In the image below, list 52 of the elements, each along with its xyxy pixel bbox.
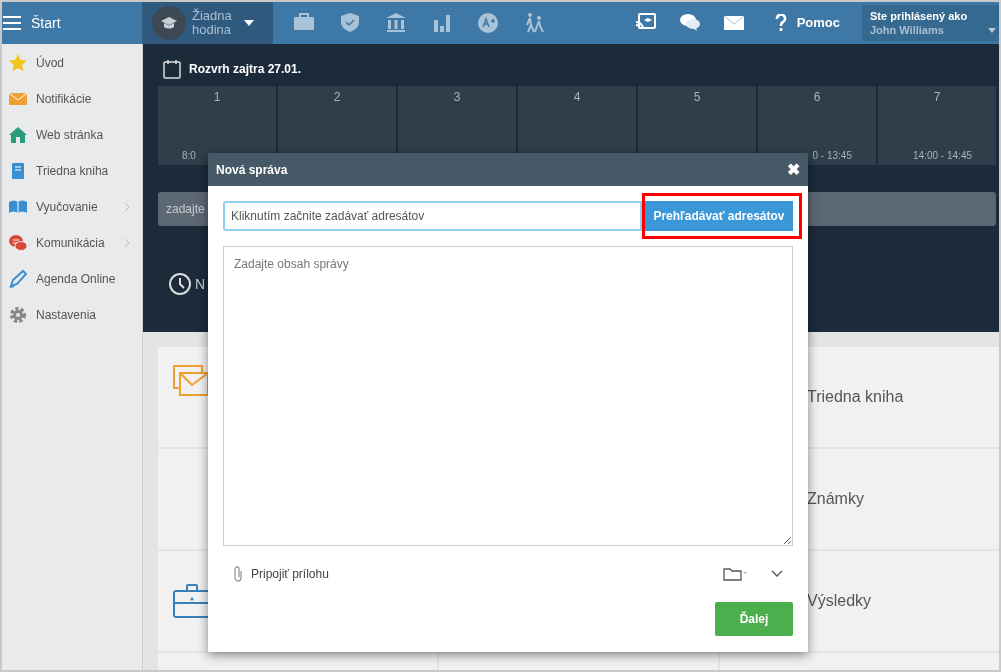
help-button[interactable]: Pomoc — [774, 13, 840, 33]
gear-icon — [8, 305, 28, 325]
caret-icon — [243, 20, 254, 26]
recipients-field[interactable]: Kliknutím začnite zadávať adresátov — [223, 201, 642, 231]
sidebar-item[interactable]: Notifikácie — [2, 81, 142, 117]
schedule-title: Rozvrh zajtra 27.01. — [189, 61, 302, 78]
tile-label: Výsledky — [807, 591, 872, 611]
walking-people-button[interactable] — [523, 12, 545, 34]
sidebar-item[interactable]: Úvod — [2, 45, 142, 81]
user-menu[interactable]: Ste prihlásený ako John Williams — [862, 5, 999, 41]
paperclip-icon — [233, 565, 243, 583]
walking-people-icon — [523, 12, 545, 34]
sidebar-item[interactable]: Agenda Online — [2, 261, 142, 297]
clock-icon — [168, 272, 192, 296]
tile-label: Triedna kniha — [807, 387, 904, 407]
house-icon — [8, 125, 28, 145]
bank-button[interactable] — [385, 12, 407, 34]
sidebar-item[interactable]: Komunikácia — [2, 225, 142, 261]
lesson-selector[interactable]: Žiadna hodina — [142, 2, 273, 44]
bar-chart-icon — [431, 12, 453, 34]
pen-icon — [8, 269, 28, 289]
sidebar-item[interactable]: Web stránka — [2, 117, 142, 153]
calendar-icon — [163, 59, 181, 79]
folder-icon — [723, 567, 747, 581]
sidebar-item[interactable]: Triedna kniha — [2, 153, 142, 189]
period-cell: 7 14:00 - 14:45 — [878, 86, 996, 165]
attach-file-link[interactable]: Pripojiť prílohu — [251, 565, 329, 583]
grade-button[interactable] — [477, 12, 499, 34]
tile-label: Známky — [807, 489, 864, 509]
graduation-cap-icon — [152, 6, 186, 40]
bank-icon — [385, 12, 407, 34]
briefcase-icon — [173, 584, 211, 618]
message-field[interactable]: Zadajte obsah správy — [223, 246, 793, 546]
grade-icon — [477, 12, 499, 34]
chat-bubbles-icon — [678, 12, 701, 34]
chat-bubbles-button[interactable] — [678, 12, 701, 34]
shield-button[interactable] — [339, 12, 361, 34]
expand-button[interactable] — [771, 570, 783, 578]
help-icon — [774, 14, 787, 32]
chevron-down-icon — [771, 570, 783, 578]
menu-button[interactable]: Štart — [2, 12, 142, 34]
chat-bubbles-icon — [8, 233, 28, 253]
next-lesson-label: N — [195, 274, 206, 294]
menu-icon — [2, 15, 22, 31]
period-cell: 1 8:0 — [158, 86, 276, 165]
sidebar-item[interactable]: Vyučovanie — [2, 189, 142, 225]
star-icon — [8, 53, 28, 73]
shield-icon — [339, 12, 361, 34]
bar-chart-button[interactable] — [431, 12, 453, 34]
sidebar-item[interactable]: Nastavenia — [2, 297, 142, 333]
folder-button[interactable] — [723, 567, 747, 581]
caret-icon — [988, 28, 996, 33]
